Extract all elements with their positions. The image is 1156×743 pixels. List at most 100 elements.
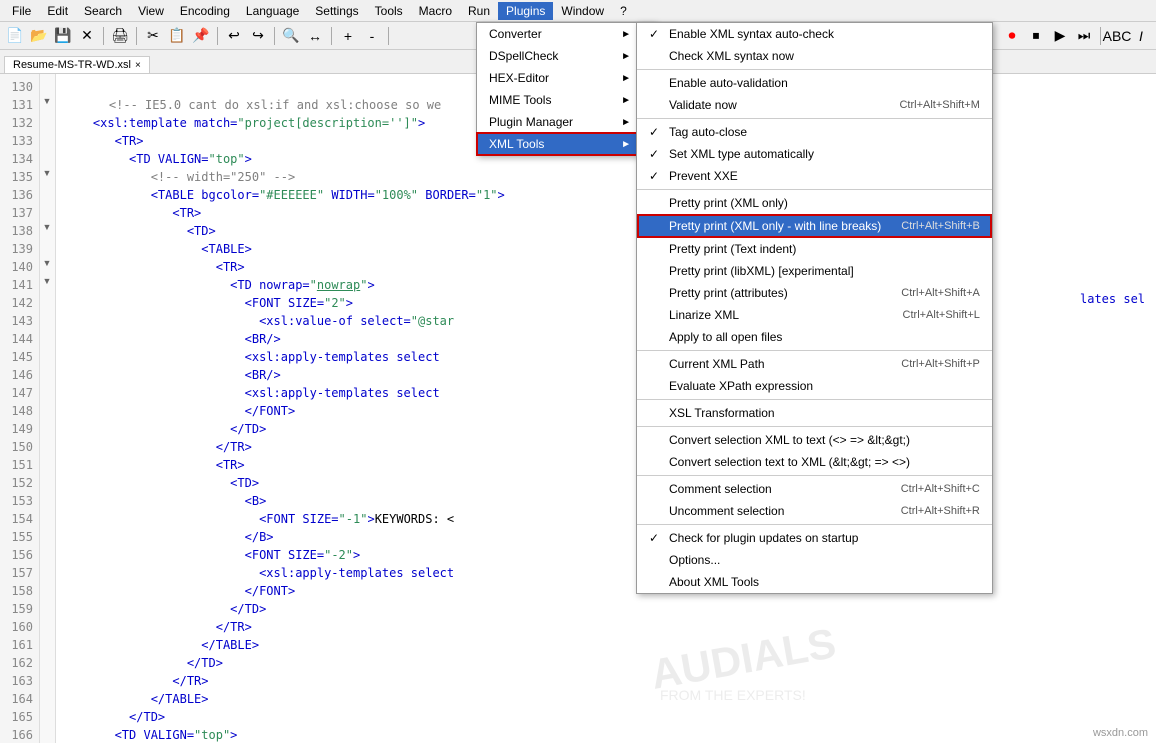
xmltools-arrow: ►: [621, 139, 631, 150]
toolbar-print[interactable]: 🖨: [109, 25, 131, 47]
xml-about[interactable]: About XML Tools: [637, 571, 992, 593]
fold-155[interactable]: [40, 506, 54, 524]
menu-file[interactable]: File: [4, 2, 39, 20]
plugins-item-pluginmanager[interactable]: Plugin Manager ►: [477, 111, 655, 133]
label-pp-libxml: Pretty print (libXML) [experimental]: [669, 264, 960, 278]
xml-current-path[interactable]: Current XML Path Ctrl+Alt+Shift+P: [637, 353, 992, 375]
fold-132[interactable]: ▼: [40, 92, 54, 110]
xml-linarize[interactable]: Linarize XML Ctrl+Alt+Shift+L: [637, 304, 992, 326]
toolbar-close[interactable]: ✕: [76, 25, 98, 47]
fold-141[interactable]: ▼: [40, 254, 54, 272]
fold-145[interactable]: [40, 326, 54, 344]
fold-149[interactable]: [40, 398, 54, 416]
xml-pretty-print-xml[interactable]: Pretty print (XML only): [637, 192, 992, 214]
xml-enable-autovalidation[interactable]: Enable auto-validation: [637, 72, 992, 94]
toolbar-play[interactable]: ▶: [1049, 25, 1071, 47]
label-pp-xml: Pretty print (XML only): [669, 196, 960, 210]
menu-macro[interactable]: Macro: [411, 2, 460, 20]
xml-check-updates[interactable]: ✓ Check for plugin updates on startup: [637, 527, 992, 549]
xml-convert-to-xml[interactable]: Convert selection text to XML (&lt;&gt; …: [637, 451, 992, 473]
xml-options[interactable]: Options...: [637, 549, 992, 571]
toolbar-redo[interactable]: ↪: [247, 25, 269, 47]
xml-xsl-transform[interactable]: XSL Transformation: [637, 402, 992, 424]
fold-140[interactable]: [40, 236, 54, 254]
toolbar-zoom-in[interactable]: +: [337, 25, 359, 47]
plugins-item-dspellcheck[interactable]: DSpellCheck ►: [477, 45, 655, 67]
toolbar-undo[interactable]: ↩: [223, 25, 245, 47]
menu-settings[interactable]: Settings: [307, 2, 366, 20]
xml-evaluate-xpath[interactable]: Evaluate XPath expression: [637, 375, 992, 397]
toolbar-play-step[interactable]: ⏭: [1073, 25, 1095, 47]
xml-validate-now[interactable]: Validate now Ctrl+Alt+Shift+M: [637, 94, 992, 116]
fold-138[interactable]: [40, 200, 54, 218]
fold-158[interactable]: [40, 560, 54, 578]
fold-146[interactable]: [40, 344, 54, 362]
xml-convert-to-text[interactable]: Convert selection XML to text (<> => &lt…: [637, 429, 992, 451]
label-autovalidation: Enable auto-validation: [669, 76, 960, 90]
plugins-item-converter[interactable]: Converter ►: [477, 23, 655, 45]
fold-131[interactable]: [40, 74, 54, 92]
hexeditor-arrow: ►: [621, 73, 631, 84]
xml-apply-all[interactable]: Apply to all open files: [637, 326, 992, 348]
menu-tools[interactable]: Tools: [367, 2, 411, 20]
menu-plugins[interactable]: Plugins: [498, 2, 553, 20]
converter-arrow: ►: [621, 29, 631, 40]
fold-134[interactable]: [40, 128, 54, 146]
menu-search[interactable]: Search: [76, 2, 130, 20]
plugins-item-mimetools[interactable]: MIME Tools ►: [477, 89, 655, 111]
toolbar-italic[interactable]: I: [1130, 25, 1152, 47]
menu-language[interactable]: Language: [238, 2, 307, 20]
plugins-item-hexeditor[interactable]: HEX-Editor ►: [477, 67, 655, 89]
xml-pretty-print-attrs[interactable]: Pretty print (attributes) Ctrl+Alt+Shift…: [637, 282, 992, 304]
fold-153[interactable]: [40, 470, 54, 488]
menu-window[interactable]: Window: [553, 2, 612, 20]
menu-view[interactable]: View: [130, 2, 172, 20]
xml-enable-autocheck[interactable]: ✓ Enable XML syntax auto-check: [637, 23, 992, 45]
toolbar-save[interactable]: 💾: [52, 25, 74, 47]
plugins-item-xmltools[interactable]: XML Tools ►: [477, 133, 655, 155]
xml-check-syntax-now[interactable]: Check XML syntax now: [637, 45, 992, 67]
fold-151[interactable]: [40, 434, 54, 452]
xml-uncomment-selection[interactable]: Uncomment selection Ctrl+Alt+Shift+R: [637, 500, 992, 522]
toolbar-zoom-out[interactable]: -: [361, 25, 383, 47]
menu-help[interactable]: ?: [612, 2, 635, 20]
fold-133[interactable]: [40, 110, 54, 128]
xml-pretty-print-linebreaks[interactable]: Pretty print (XML only - with line break…: [637, 214, 992, 238]
xml-comment-selection[interactable]: Comment selection Ctrl+Alt+Shift+C: [637, 478, 992, 500]
toolbar-open[interactable]: 📂: [28, 25, 50, 47]
fold-137[interactable]: [40, 182, 54, 200]
xml-prevent-xxe[interactable]: ✓ Prevent XXE: [637, 165, 992, 187]
toolbar-record[interactable]: ⏺: [1001, 25, 1023, 47]
menu-encoding[interactable]: Encoding: [172, 2, 238, 20]
toolbar-paste[interactable]: 📌: [190, 25, 212, 47]
fold-157[interactable]: [40, 542, 54, 560]
toolbar-replace[interactable]: ↔: [304, 25, 326, 47]
fold-147[interactable]: [40, 362, 54, 380]
fold-144[interactable]: [40, 308, 54, 326]
toolbar-new[interactable]: 📄: [4, 25, 26, 47]
fold-152[interactable]: [40, 452, 54, 470]
xml-pretty-print-text[interactable]: Pretty print (Text indent): [637, 238, 992, 260]
toolbar-copy[interactable]: 📋: [166, 25, 188, 47]
tab-close-btn[interactable]: ×: [135, 60, 141, 71]
fold-148[interactable]: [40, 380, 54, 398]
fold-142[interactable]: ▼: [40, 272, 54, 290]
tab-file[interactable]: Resume-MS-TR-WD.xsl ×: [4, 56, 150, 73]
menu-edit[interactable]: Edit: [39, 2, 76, 20]
xml-set-type-auto[interactable]: ✓ Set XML type automatically: [637, 143, 992, 165]
toolbar-stop[interactable]: ⏹: [1025, 25, 1047, 47]
menu-run[interactable]: Run: [460, 2, 498, 20]
xml-tag-autoclose[interactable]: ✓ Tag auto-close: [637, 121, 992, 143]
toolbar-find[interactable]: 🔍: [280, 25, 302, 47]
fold-136[interactable]: ▼: [40, 164, 54, 182]
toolbar-cut[interactable]: ✂: [142, 25, 164, 47]
fold-143[interactable]: [40, 290, 54, 308]
fold-154[interactable]: [40, 488, 54, 506]
fold-150[interactable]: [40, 416, 54, 434]
xml-pretty-print-libxml[interactable]: Pretty print (libXML) [experimental]: [637, 260, 992, 282]
fold-135[interactable]: [40, 146, 54, 164]
toolbar-spell[interactable]: ABC: [1106, 25, 1128, 47]
sep1: [103, 27, 104, 45]
fold-156[interactable]: [40, 524, 54, 542]
fold-139[interactable]: ▼: [40, 218, 54, 236]
